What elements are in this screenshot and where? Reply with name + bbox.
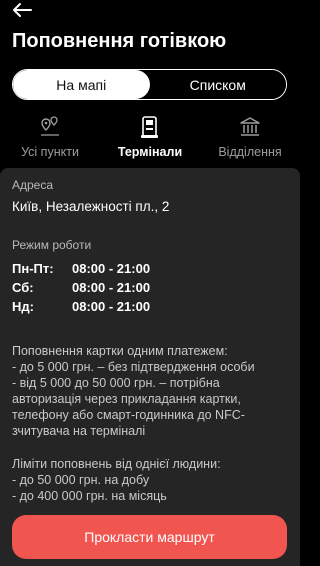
filter-label: Відділення xyxy=(218,145,282,159)
build-route-button[interactable]: Прокласти маршрут xyxy=(12,515,287,559)
schedule-row: Сб: 08:00 - 21:00 xyxy=(12,280,150,295)
filter-bar: Усі пункти Термінали Відділення xyxy=(0,115,300,165)
terminal-icon xyxy=(141,116,158,138)
schedule-hours: 08:00 - 21:00 xyxy=(72,280,151,295)
filter-terminals[interactable]: Термінали xyxy=(100,115,200,165)
schedule-hours: 08:00 - 21:00 xyxy=(72,261,151,276)
address-value: Київ, Незалежності пл., 2 xyxy=(12,199,170,214)
tab-list[interactable]: Списком xyxy=(149,70,286,99)
location-pins-icon xyxy=(41,116,59,136)
hours-label: Режим роботи xyxy=(12,238,92,252)
filter-all-points[interactable]: Усі пункти xyxy=(0,115,100,165)
screen: Поповнення готівкою На мапі Списком Усі … xyxy=(0,0,300,566)
view-toggle: На мапі Списком xyxy=(12,69,287,100)
filter-branches[interactable]: Відділення xyxy=(200,115,300,165)
topup-info-text: Поповнення картки одним платежем: - до 5… xyxy=(12,344,255,438)
filter-label: Усі пункти xyxy=(21,145,79,159)
back-button[interactable] xyxy=(10,0,34,20)
address-label: Адреса xyxy=(12,178,54,192)
limits-info-text: Ліміти поповнень від однієї людини: - до… xyxy=(12,457,221,503)
schedule-day: Пн-Пт: xyxy=(12,261,54,276)
arrow-left-icon xyxy=(13,3,32,17)
schedule-day: Сб: xyxy=(12,280,34,295)
schedule-row: Нд: 08:00 - 21:00 xyxy=(12,299,150,314)
page-title: Поповнення готівкою xyxy=(12,30,227,52)
tab-map[interactable]: На мапі xyxy=(13,70,150,99)
schedule-hours: 08:00 - 21:00 xyxy=(72,299,151,314)
filter-label: Термінали xyxy=(117,145,183,159)
bank-building-icon xyxy=(240,117,260,136)
schedule-row: Пн-Пт: 08:00 - 21:00 xyxy=(12,261,150,276)
schedule-day: Нд: xyxy=(12,299,34,314)
